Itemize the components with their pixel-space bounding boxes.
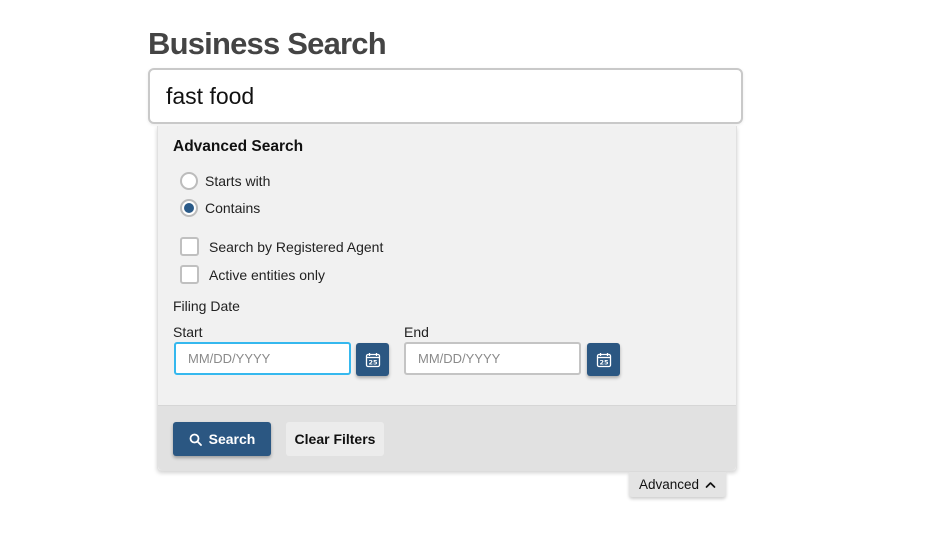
- advanced-search-panel: Advanced Search Starts with Contains Sea…: [157, 126, 737, 471]
- advanced-search-heading: Advanced Search: [173, 138, 304, 155]
- calendar-day-text: 25: [599, 358, 609, 366]
- radio-starts-with[interactable]: Starts with: [180, 172, 270, 190]
- radio-button[interactable]: [180, 199, 198, 217]
- radio-label: Starts with: [205, 173, 271, 189]
- checkbox-active-only[interactable]: Active entities only: [180, 265, 325, 284]
- filing-date-label: Filing Date: [173, 298, 240, 314]
- radio-button[interactable]: [180, 172, 198, 190]
- chevron-up-icon: [705, 481, 716, 488]
- checkbox-label: Active entities only: [209, 266, 325, 283]
- clear-filters-button[interactable]: Clear Filters: [286, 422, 384, 456]
- calendar-icon: 25: [596, 352, 611, 367]
- checkbox[interactable]: [180, 265, 199, 284]
- start-date-field[interactable]: [174, 342, 351, 375]
- radio-label: Contains: [205, 200, 261, 216]
- clear-filters-label: Clear Filters: [294, 431, 376, 447]
- business-search-field[interactable]: [148, 68, 743, 124]
- search-icon: [189, 433, 202, 446]
- checkbox-registered-agent[interactable]: Search by Registered Agent: [180, 237, 383, 256]
- start-date-label: Start: [173, 324, 203, 340]
- start-date-input[interactable]: [176, 344, 349, 373]
- search-button-label: Search: [208, 431, 256, 447]
- calendar-day-text: 25: [368, 358, 378, 366]
- business-search-input[interactable]: [150, 70, 741, 122]
- end-date-field[interactable]: [404, 342, 581, 375]
- advanced-toggle-button[interactable]: Advanced: [629, 472, 726, 497]
- radio-contains[interactable]: Contains: [180, 199, 260, 217]
- start-date-calendar-button[interactable]: 25: [356, 343, 389, 376]
- advanced-toggle-label: Advanced: [638, 477, 700, 492]
- search-button[interactable]: Search: [173, 422, 271, 456]
- advanced-search-footer: Search Clear Filters: [158, 405, 736, 470]
- calendar-icon: 25: [365, 352, 380, 367]
- end-date-input[interactable]: [406, 344, 579, 373]
- end-date-calendar-button[interactable]: 25: [587, 343, 620, 376]
- page-title: Business Search: [148, 26, 387, 61]
- checkbox-label: Search by Registered Agent: [209, 238, 384, 255]
- end-date-label: End: [404, 324, 429, 340]
- checkbox[interactable]: [180, 237, 199, 256]
